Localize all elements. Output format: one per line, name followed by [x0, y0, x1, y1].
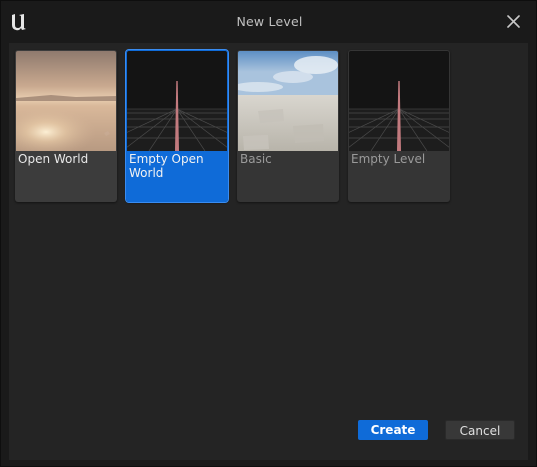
cancel-button[interactable]: Cancel: [445, 420, 515, 440]
template-label: Empty Open World: [129, 152, 204, 180]
template-label: Open World: [18, 152, 89, 166]
empty-level-thumbnail: [349, 51, 449, 151]
template-tile-open-world[interactable]: Open World: [15, 50, 117, 202]
create-button[interactable]: Create: [358, 420, 428, 440]
empty-open-world-thumbnail: [127, 51, 227, 151]
dialog-title: New Level: [236, 14, 303, 29]
close-icon[interactable]: [506, 14, 521, 29]
template-tile-empty-open-world[interactable]: Empty Open World: [125, 49, 229, 203]
template-panel: Open World Empty Open World Basic Empty …: [9, 43, 528, 460]
template-tile-basic[interactable]: Basic: [237, 50, 339, 202]
template-label: Empty Level: [351, 152, 426, 166]
new-level-dialog: New Level Open World Empty Open World Ba…: [0, 0, 537, 467]
template-label: Basic: [240, 152, 272, 166]
title-bar: New Level: [1, 1, 536, 43]
open-world-thumbnail: [16, 51, 116, 151]
basic-thumbnail: [238, 51, 338, 151]
template-tile-empty-level[interactable]: Empty Level: [348, 50, 450, 202]
